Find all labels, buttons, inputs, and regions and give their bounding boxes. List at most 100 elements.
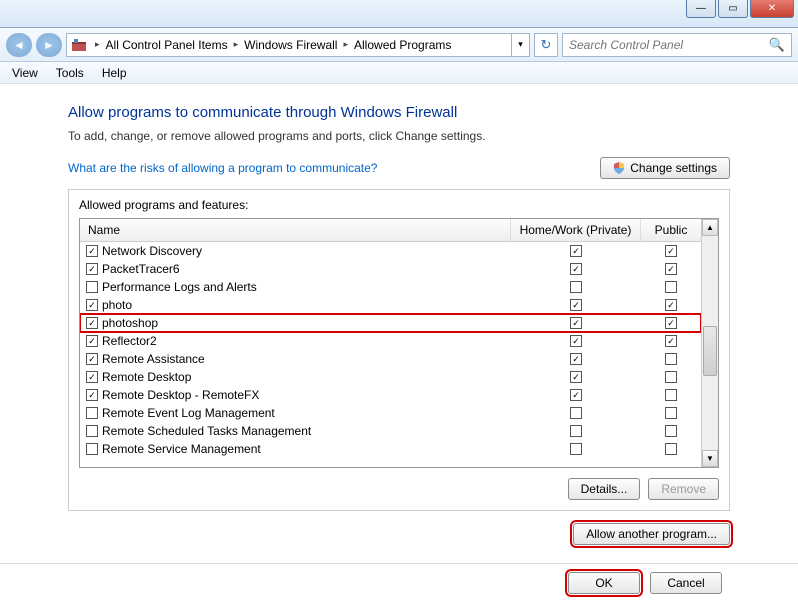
- enable-checkbox[interactable]: [86, 299, 98, 311]
- homework-checkbox[interactable]: [570, 281, 582, 293]
- list-item[interactable]: Remote Event Log Management: [80, 404, 701, 422]
- breadcrumb-item[interactable]: Allowed Programs: [352, 38, 453, 52]
- homework-checkbox[interactable]: [570, 317, 582, 329]
- scroll-track[interactable]: [702, 236, 718, 450]
- back-button[interactable]: ◄: [6, 33, 32, 57]
- public-checkbox[interactable]: [665, 443, 677, 455]
- breadcrumb[interactable]: ▸ All Control Panel Items ▸ Windows Fire…: [66, 33, 530, 57]
- minimize-button[interactable]: —: [686, 0, 716, 18]
- breadcrumb-item[interactable]: Windows Firewall: [242, 38, 339, 52]
- menu-tools[interactable]: Tools: [56, 66, 84, 80]
- close-button[interactable]: ✕: [750, 0, 794, 18]
- allow-another-program-button[interactable]: Allow another program...: [573, 523, 730, 545]
- title-bar: — ▭ ✕: [0, 0, 798, 28]
- col-homework[interactable]: Home/Work (Private): [511, 219, 641, 241]
- homework-checkbox[interactable]: [570, 443, 582, 455]
- list-item[interactable]: Reflector2: [80, 332, 701, 350]
- public-checkbox[interactable]: [665, 263, 677, 275]
- list-item[interactable]: Remote Assistance: [80, 350, 701, 368]
- enable-checkbox[interactable]: [86, 353, 98, 365]
- homework-checkbox[interactable]: [570, 353, 582, 365]
- list-item[interactable]: Remote Desktop: [80, 368, 701, 386]
- enable-checkbox[interactable]: [86, 425, 98, 437]
- breadcrumb-item[interactable]: All Control Panel Items: [104, 38, 230, 52]
- enable-checkbox[interactable]: [86, 245, 98, 257]
- enable-checkbox[interactable]: [86, 263, 98, 275]
- public-checkbox[interactable]: [665, 335, 677, 347]
- homework-checkbox[interactable]: [570, 407, 582, 419]
- change-settings-button[interactable]: Change settings: [600, 157, 730, 179]
- ok-button[interactable]: OK: [568, 572, 640, 594]
- public-checkbox[interactable]: [665, 425, 677, 437]
- details-button[interactable]: Details...: [568, 478, 641, 500]
- search-icon[interactable]: 🔍: [769, 37, 785, 53]
- public-checkbox[interactable]: [665, 407, 677, 419]
- enable-checkbox[interactable]: [86, 281, 98, 293]
- list-header[interactable]: Name Home/Work (Private) Public: [80, 219, 701, 242]
- col-public[interactable]: Public: [641, 219, 701, 241]
- public-checkbox[interactable]: [665, 389, 677, 401]
- program-name: Remote Service Management: [102, 442, 261, 456]
- maximize-button[interactable]: ▭: [718, 0, 748, 18]
- homework-checkbox[interactable]: [570, 335, 582, 347]
- program-name: Remote Desktop - RemoteFX: [102, 388, 259, 402]
- page-heading: Allow programs to communicate through Wi…: [68, 104, 730, 121]
- forward-button[interactable]: ►: [36, 33, 62, 57]
- nav-bar: ◄ ► ▸ All Control Panel Items ▸ Windows …: [0, 28, 798, 62]
- list-item[interactable]: photo: [80, 296, 701, 314]
- menu-help[interactable]: Help: [102, 66, 127, 80]
- remove-button[interactable]: Remove: [648, 478, 719, 500]
- risks-link[interactable]: What are the risks of allowing a program…: [68, 161, 377, 175]
- list-item[interactable]: Remote Desktop - RemoteFX: [80, 386, 701, 404]
- scroll-thumb[interactable]: [703, 326, 717, 376]
- cancel-button[interactable]: Cancel: [650, 572, 722, 594]
- list-item[interactable]: Remote Scheduled Tasks Management: [80, 422, 701, 440]
- homework-checkbox[interactable]: [570, 263, 582, 275]
- panel-label: Allowed programs and features:: [79, 198, 719, 212]
- programs-panel: Allowed programs and features: Name Home…: [68, 189, 730, 511]
- program-name: Reflector2: [102, 334, 157, 348]
- list-item[interactable]: Remote Service Management: [80, 440, 701, 458]
- enable-checkbox[interactable]: [86, 317, 98, 329]
- public-checkbox[interactable]: [665, 245, 677, 257]
- public-checkbox[interactable]: [665, 317, 677, 329]
- firewall-icon: [71, 37, 87, 53]
- enable-checkbox[interactable]: [86, 407, 98, 419]
- list-item[interactable]: Network Discovery: [80, 242, 701, 260]
- scrollbar[interactable]: ▲ ▼: [701, 219, 718, 467]
- program-name: photo: [102, 298, 132, 312]
- chevron-right-icon: ▸: [339, 39, 352, 50]
- enable-checkbox[interactable]: [86, 371, 98, 383]
- breadcrumb-dropdown[interactable]: ▾: [511, 34, 529, 56]
- page-subtext: To add, change, or remove allowed progra…: [68, 129, 730, 143]
- scroll-up-button[interactable]: ▲: [702, 219, 718, 236]
- col-name[interactable]: Name: [80, 219, 511, 241]
- public-checkbox[interactable]: [665, 353, 677, 365]
- homework-checkbox[interactable]: [570, 299, 582, 311]
- public-checkbox[interactable]: [665, 281, 677, 293]
- shield-icon: [613, 162, 625, 174]
- list-item[interactable]: photoshop: [80, 314, 701, 332]
- search-input[interactable]: [569, 38, 769, 52]
- search-box[interactable]: 🔍: [562, 33, 792, 57]
- refresh-button[interactable]: ↻: [534, 33, 558, 57]
- list-item[interactable]: PacketTracer6: [80, 260, 701, 278]
- homework-checkbox[interactable]: [570, 389, 582, 401]
- program-name: Remote Desktop: [102, 370, 191, 384]
- enable-checkbox[interactable]: [86, 443, 98, 455]
- enable-checkbox[interactable]: [86, 389, 98, 401]
- homework-checkbox[interactable]: [570, 371, 582, 383]
- public-checkbox[interactable]: [665, 299, 677, 311]
- list-item[interactable]: Performance Logs and Alerts: [80, 278, 701, 296]
- program-name: Performance Logs and Alerts: [102, 280, 257, 294]
- chevron-right-icon: ▸: [230, 39, 243, 50]
- program-name: photoshop: [102, 316, 158, 330]
- enable-checkbox[interactable]: [86, 335, 98, 347]
- menu-view[interactable]: View: [12, 66, 38, 80]
- change-settings-label: Change settings: [630, 161, 717, 175]
- program-name: Remote Scheduled Tasks Management: [102, 424, 311, 438]
- homework-checkbox[interactable]: [570, 245, 582, 257]
- homework-checkbox[interactable]: [570, 425, 582, 437]
- public-checkbox[interactable]: [665, 371, 677, 383]
- scroll-down-button[interactable]: ▼: [702, 450, 718, 467]
